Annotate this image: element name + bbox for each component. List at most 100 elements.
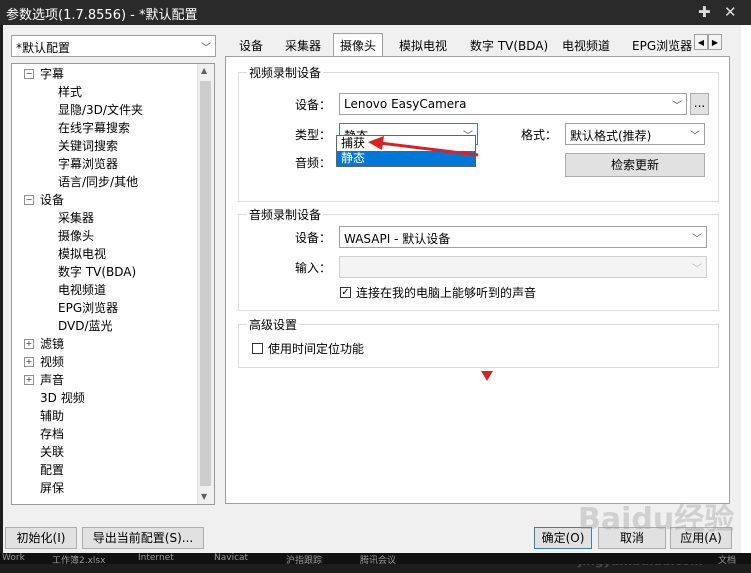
type-option-static[interactable]: 静态 [337,151,475,166]
background-window-strip [741,25,751,553]
close-icon[interactable]: ✕ [724,3,737,21]
options-dialog: *默认配置 ﹀ 字幕 − 样式 显隐/3D/文件夹 在线字幕搜索 关键词搜索 字幕浏览器 语言… [3,25,741,553]
tab-camera[interactable]: 摄像头 [333,33,384,57]
tree-item[interactable]: 显隐/3D/文件夹 [58,101,143,119]
taskbar-item[interactable]: Work [2,553,25,563]
camera-panel: 视频录制设备 设备： Lenovo EasyCamera ﹀ ... 类型： 静… [225,56,730,504]
tab-analog-tv[interactable]: 模拟电视 [399,36,447,56]
tree-item[interactable]: 语言/同步/其他 [58,173,138,191]
listen-checkbox[interactable]: ✓ [340,287,351,298]
expand-icon[interactable]: + [24,375,34,385]
tab-devices[interactable]: 设备 [239,36,263,56]
tree-item[interactable]: 存档 [40,425,64,443]
profile-select[interactable]: *默认配置 ﹀ [11,35,216,57]
timepos-checkbox[interactable] [252,343,263,354]
tree-item[interactable]: 声音 [40,371,64,389]
taskbar-item[interactable]: 腾讯会议 [360,553,396,564]
watermark-text: Baidu经验 [578,502,735,537]
tree-item[interactable]: 字幕 [40,65,64,83]
tree-item-label: 采集器 [58,211,95,225]
audio-device-value: WASAPI - 默认设备 [344,232,451,246]
taskbar-item[interactable]: 文档 [718,553,736,564]
scroll-down-icon[interactable]: ▼ [201,492,207,501]
tab-bar: 设备 采集器 摄像头 模拟电视 数字 TV(BDA) 电视频道 EPG浏览器 [229,33,739,57]
tab-right-icon[interactable]: ▶ [708,34,722,50]
tree-item-label: 声音 [40,373,65,387]
taskbar-item[interactable]: 沪指跟踪 [286,553,322,564]
tree-item-label: 设备 [40,193,65,207]
video-device-label: 设备： [295,98,332,112]
tree-item-label: 模拟电视 [58,247,107,261]
video-legend: 视频录制设备 [247,64,324,81]
video-device-select[interactable]: Lenovo EasyCamera ﹀ [339,93,687,115]
tree-scrollbar[interactable]: ▲ ▼ [197,64,214,504]
tab-digital-tv[interactable]: 数字 TV(BDA) [470,36,548,56]
tree-item-label: 屏保 [40,481,65,495]
scroll-up-icon[interactable]: ▲ [201,66,207,75]
tree-item-label: 数字 TV(BDA) [58,265,137,279]
format-label: 格式： [521,128,558,142]
timepos-label: 使用时间定位功能 [268,342,365,356]
init-button[interactable]: 初始化(I) [5,527,77,549]
tree-item[interactable]: 3D 视频 [40,389,85,407]
taskbar-item[interactable]: Internet [138,553,174,563]
taskbar-item[interactable]: 工作簿2.xlsx [52,553,105,564]
audio-device-select[interactable]: WASAPI - 默认设备 ﹀ [339,226,707,248]
tree-item[interactable]: 字幕浏览器 [58,155,118,173]
audio-device-label: 设备： [295,231,332,245]
video-group: 视频录制设备 设备： Lenovo EasyCamera ﹀ ... 类型： 静… [238,64,719,202]
type-option-capture[interactable]: 捕获 [337,136,475,151]
expand-icon[interactable]: + [24,339,34,349]
expand-icon[interactable]: + [24,357,34,367]
tree-item[interactable]: 数字 TV(BDA) [58,263,136,281]
tree-item[interactable]: 电视频道 [58,281,106,299]
pin-icon[interactable]: ✚ [698,3,711,21]
tab-epg[interactable]: EPG浏览器 [632,36,692,56]
format-select[interactable]: 默认格式(推荐) ﹀ [565,123,705,145]
tree-item-label: 滤镜 [40,337,65,351]
tree-item[interactable]: 视频 [40,353,64,371]
scroll-thumb[interactable] [200,81,211,486]
tree-item[interactable]: 模拟电视 [58,245,106,263]
tree-item-label: 样式 [58,85,83,99]
tree-item[interactable]: 关键词搜索 [58,137,118,155]
profile-value: *默认配置 [16,41,71,55]
tree-item-label: 字幕 [40,67,65,81]
export-config-button[interactable]: 导出当前配置(S)... [82,527,204,549]
tree-item[interactable]: 滤镜 [40,335,64,353]
taskbar-item[interactable]: Navicat [214,553,248,563]
tree-item[interactable]: 关联 [40,443,64,461]
tree-item[interactable]: DVD/蓝光 [58,317,113,335]
tree-item[interactable]: 辅助 [40,407,64,425]
collapse-icon[interactable]: − [24,195,34,205]
tree-item-label: 关联 [40,445,65,459]
tab-tv-channels[interactable]: 电视频道 [562,36,610,56]
tree-item[interactable]: 采集器 [58,209,94,227]
tree-item-label: 电视频道 [58,283,107,297]
tree-item[interactable]: 样式 [58,83,82,101]
advanced-group: 高级设置 使用时间定位功能 [238,316,719,368]
tab-left-icon[interactable]: ◀ [694,34,708,50]
tree-item[interactable]: EPG浏览器 [58,299,118,317]
tab-capture[interactable]: 采集器 [285,36,321,56]
tree-item-label: 关键词搜索 [58,139,119,153]
audio-group: 音频录制设备 设备： WASAPI - 默认设备 ﹀ 输入： ﹀ ✓ 连接在我的… [238,206,719,311]
taskbar: Work 工作簿2.xlsx Internet Navicat 沪指跟踪 腾讯会… [0,553,751,564]
tree-item-label: 显隐/3D/文件夹 [58,103,143,117]
tree-item-label: EPG浏览器 [58,301,119,315]
audio-input-select[interactable]: ﹀ [339,256,707,278]
tree-item-label: 在线字幕搜索 [58,121,131,135]
chevron-down-icon: ﹀ [692,264,702,275]
audio-input-label: 输入： [295,261,332,275]
collapse-icon[interactable]: − [24,69,34,79]
tree-item[interactable]: 屏保 [40,479,64,497]
tree-item[interactable]: 配置 [40,461,64,479]
listen-label: 连接在我的电脑上能够听到的声音 [356,286,537,300]
type-dropdown-list: 捕获 静态 [336,135,476,167]
tree-item[interactable]: 在线字幕搜索 [58,119,130,137]
device-more-button[interactable]: ... [690,93,709,115]
refresh-button[interactable]: 检索更新 [565,153,705,177]
tree-item-label: 存档 [40,427,65,441]
tree-item[interactable]: 设备 [40,191,64,209]
tree-item[interactable]: 摄像头 [58,227,94,245]
